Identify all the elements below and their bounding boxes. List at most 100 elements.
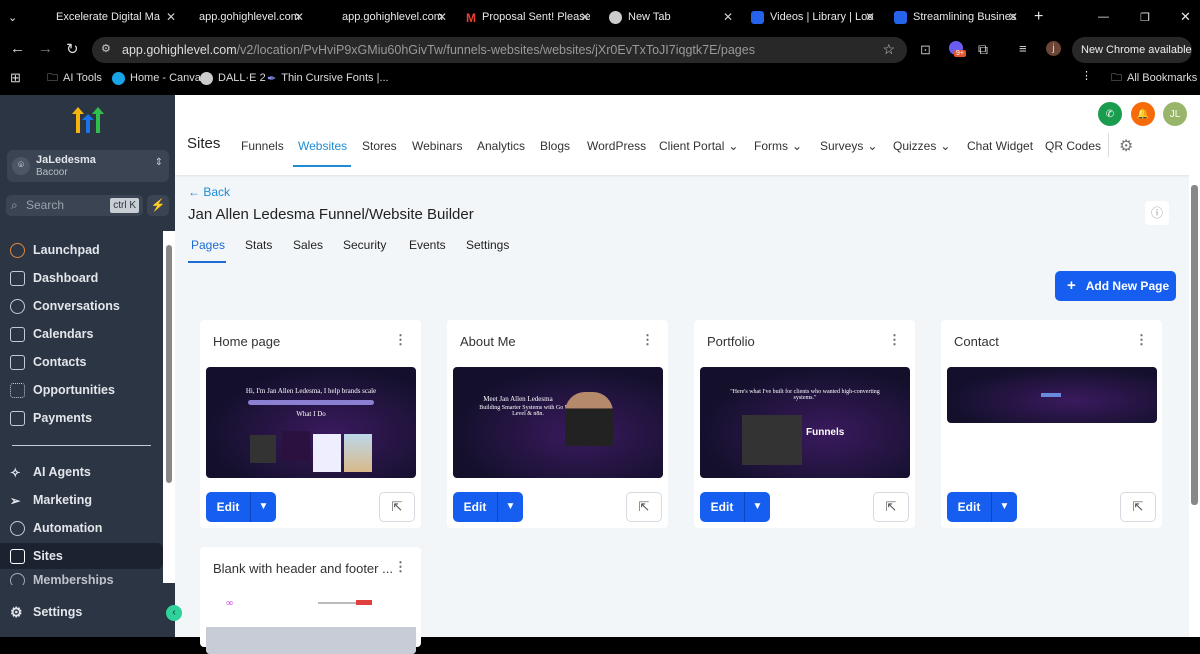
- browser-tab[interactable]: Excelerate Digital Ma ✕: [56, 6, 176, 28]
- apps-icon[interactable]: ⊞: [10, 70, 21, 86]
- sidebar-item-marketing[interactable]: ➢ Marketing: [10, 488, 92, 512]
- sidebar-item-conversations[interactable]: Conversations: [10, 294, 120, 318]
- edit-button[interactable]: Edit ▼: [206, 492, 276, 522]
- nav-chat-widget[interactable]: Chat Widget: [967, 139, 1033, 153]
- close-window-button[interactable]: ✕: [1180, 6, 1191, 28]
- tab-sales[interactable]: Sales: [293, 238, 323, 252]
- bookmark-canva[interactable]: Home - Canva: [112, 70, 201, 86]
- nav-wordpress[interactable]: WordPress: [587, 139, 646, 153]
- browser-tab[interactable]: app.gohighlevel.com ✕: [342, 6, 447, 28]
- sidebar-item-settings[interactable]: ⚙ Settings: [10, 600, 82, 624]
- phone-button[interactable]: ✆: [1098, 102, 1122, 126]
- restore-button[interactable]: ❐: [1140, 6, 1150, 28]
- back-link[interactable]: ← Back: [188, 185, 230, 199]
- sidebar-item-payments[interactable]: Payments: [10, 406, 92, 430]
- close-icon[interactable]: ✕: [723, 10, 733, 24]
- nav-analytics[interactable]: Analytics: [477, 139, 525, 153]
- edit-button[interactable]: Edit ▼: [453, 492, 523, 522]
- chevron-down-icon[interactable]: ▼: [250, 492, 276, 522]
- nav-surveys[interactable]: Surveys ⌄: [820, 139, 877, 153]
- settings-gear-icon[interactable]: ⚙: [1119, 136, 1133, 156]
- quick-action-button[interactable]: ⚡: [147, 195, 169, 216]
- page-thumbnail[interactable]: Hi, I'm Jan Allen Ledesma, I help brands…: [206, 367, 416, 478]
- edit-button[interactable]: Edit ▼: [700, 492, 770, 522]
- nav-blogs[interactable]: Blogs: [540, 139, 570, 153]
- nav-client-portal[interactable]: Client Portal ⌄: [659, 139, 738, 153]
- tab-security[interactable]: Security: [343, 238, 386, 252]
- all-bookmarks-button[interactable]: 🗀 All Bookmarks: [1111, 70, 1197, 86]
- back-button[interactable]: ←: [10, 40, 25, 57]
- sidebar-item-opportunities[interactable]: Opportunities: [10, 378, 115, 402]
- sidebar-item-memberships[interactable]: Memberships: [10, 573, 114, 585]
- browser-tab-active[interactable]: New Tab ✕: [609, 6, 733, 28]
- bookmark-ai-tools[interactable]: 🗀 AI Tools: [47, 70, 102, 86]
- chevron-down-icon[interactable]: ▼: [991, 492, 1017, 522]
- browser-tab[interactable]: Streamlining Busines ✕: [894, 6, 1018, 28]
- more-options-icon[interactable]: ⋮: [1135, 332, 1148, 348]
- chevron-down-icon[interactable]: ▼: [497, 492, 523, 522]
- media-control-icon[interactable]: ≡: [1019, 41, 1027, 56]
- main-scrollbar[interactable]: [1189, 173, 1200, 637]
- close-icon[interactable]: ✕: [437, 10, 447, 24]
- scrollbar-thumb[interactable]: [1191, 185, 1198, 505]
- open-external-button[interactable]: ⇱: [1120, 492, 1156, 522]
- sidebar-item-sites[interactable]: Sites: [0, 543, 163, 569]
- forward-button[interactable]: →: [38, 40, 53, 57]
- page-thumbnail[interactable]: ∞: [206, 594, 416, 654]
- nav-quizzes[interactable]: Quizzes ⌄: [893, 139, 950, 153]
- page-card[interactable]: Home page ⋮ Hi, I'm Jan Allen Ledesma, I…: [200, 320, 421, 528]
- extensions-icon[interactable]: ⧉: [978, 41, 988, 58]
- star-icon[interactable]: ☆: [882, 41, 895, 58]
- bookmark-dalle[interactable]: DALL·E 2: [200, 70, 266, 86]
- update-chrome-button[interactable]: New Chrome available ⋮: [1072, 37, 1192, 82]
- info-icon[interactable]: ⓘ: [1145, 201, 1169, 225]
- reading-mode-icon[interactable]: ⊡: [920, 42, 931, 58]
- sidebar-item-calendars[interactable]: Calendars: [10, 322, 93, 346]
- account-switcher[interactable]: ⌾ JaLedesma Bacoor ⇕: [7, 150, 169, 182]
- nav-stores[interactable]: Stores: [362, 139, 397, 153]
- collapse-sidebar-button[interactable]: ‹: [166, 605, 182, 621]
- edit-button[interactable]: Edit ▼: [947, 492, 1017, 522]
- minimize-button[interactable]: —: [1098, 6, 1109, 28]
- sidebar-item-launchpad[interactable]: Launchpad: [10, 238, 100, 262]
- close-icon[interactable]: ✕: [865, 10, 875, 24]
- tab-settings[interactable]: Settings: [466, 238, 509, 252]
- more-options-icon[interactable]: ⋮: [394, 559, 407, 575]
- page-thumbnail[interactable]: "Here's what I've built for clients who …: [700, 367, 910, 478]
- tab-stats[interactable]: Stats: [245, 238, 272, 252]
- browser-tab[interactable]: M Proposal Sent! Please ✕: [466, 6, 590, 28]
- search-input[interactable]: ⌕ Search ctrl K: [6, 195, 143, 216]
- nav-websites[interactable]: Websites: [298, 139, 347, 153]
- open-external-button[interactable]: ⇱: [873, 492, 909, 522]
- tab-search-button[interactable]: ⌄: [8, 6, 28, 28]
- open-external-button[interactable]: ⇱: [626, 492, 662, 522]
- browser-tab[interactable]: app.gohighlevel.com ✕: [199, 6, 304, 28]
- chevron-down-icon[interactable]: ▼: [744, 492, 770, 522]
- nav-webinars[interactable]: Webinars: [412, 139, 462, 153]
- address-bar[interactable]: ⚙ app.gohighlevel.com/v2/location/PvHviP…: [92, 37, 907, 63]
- nav-forms[interactable]: Forms ⌄: [754, 139, 802, 153]
- sidebar-item-automation[interactable]: Automation: [10, 516, 102, 540]
- bookmark-fonts[interactable]: ✒ Thin Cursive Fonts |...: [267, 70, 389, 86]
- close-icon[interactable]: ✕: [294, 10, 304, 24]
- profile-avatar[interactable]: j: [1046, 41, 1061, 56]
- close-icon[interactable]: ✕: [166, 10, 176, 24]
- reload-button[interactable]: ↻: [66, 40, 79, 58]
- browser-tab[interactable]: Videos | Library | Loo ✕: [751, 6, 875, 28]
- sidebar-item-dashboard[interactable]: Dashboard: [10, 266, 98, 290]
- page-thumbnail[interactable]: [947, 367, 1157, 423]
- notifications-button[interactable]: 🔔: [1131, 102, 1155, 126]
- sidebar-scrollbar[interactable]: [163, 231, 175, 583]
- more-options-icon[interactable]: ⋮: [641, 332, 654, 348]
- sidebar-item-contacts[interactable]: Contacts: [10, 350, 86, 374]
- nav-qr-codes[interactable]: QR Codes: [1045, 139, 1101, 153]
- new-tab-button[interactable]: +: [1034, 6, 1043, 28]
- page-card[interactable]: Blank with header and footer ... ⋮ ∞: [200, 547, 421, 654]
- user-avatar[interactable]: JL: [1163, 102, 1187, 126]
- page-thumbnail[interactable]: Meet Jan Allen Ledesma Building Smarter …: [453, 367, 663, 478]
- close-icon[interactable]: ✕: [1008, 10, 1018, 24]
- more-options-icon[interactable]: ⋮: [394, 332, 407, 348]
- tab-events[interactable]: Events: [409, 238, 446, 252]
- close-icon[interactable]: ✕: [580, 10, 590, 24]
- open-external-button[interactable]: ⇱: [379, 492, 415, 522]
